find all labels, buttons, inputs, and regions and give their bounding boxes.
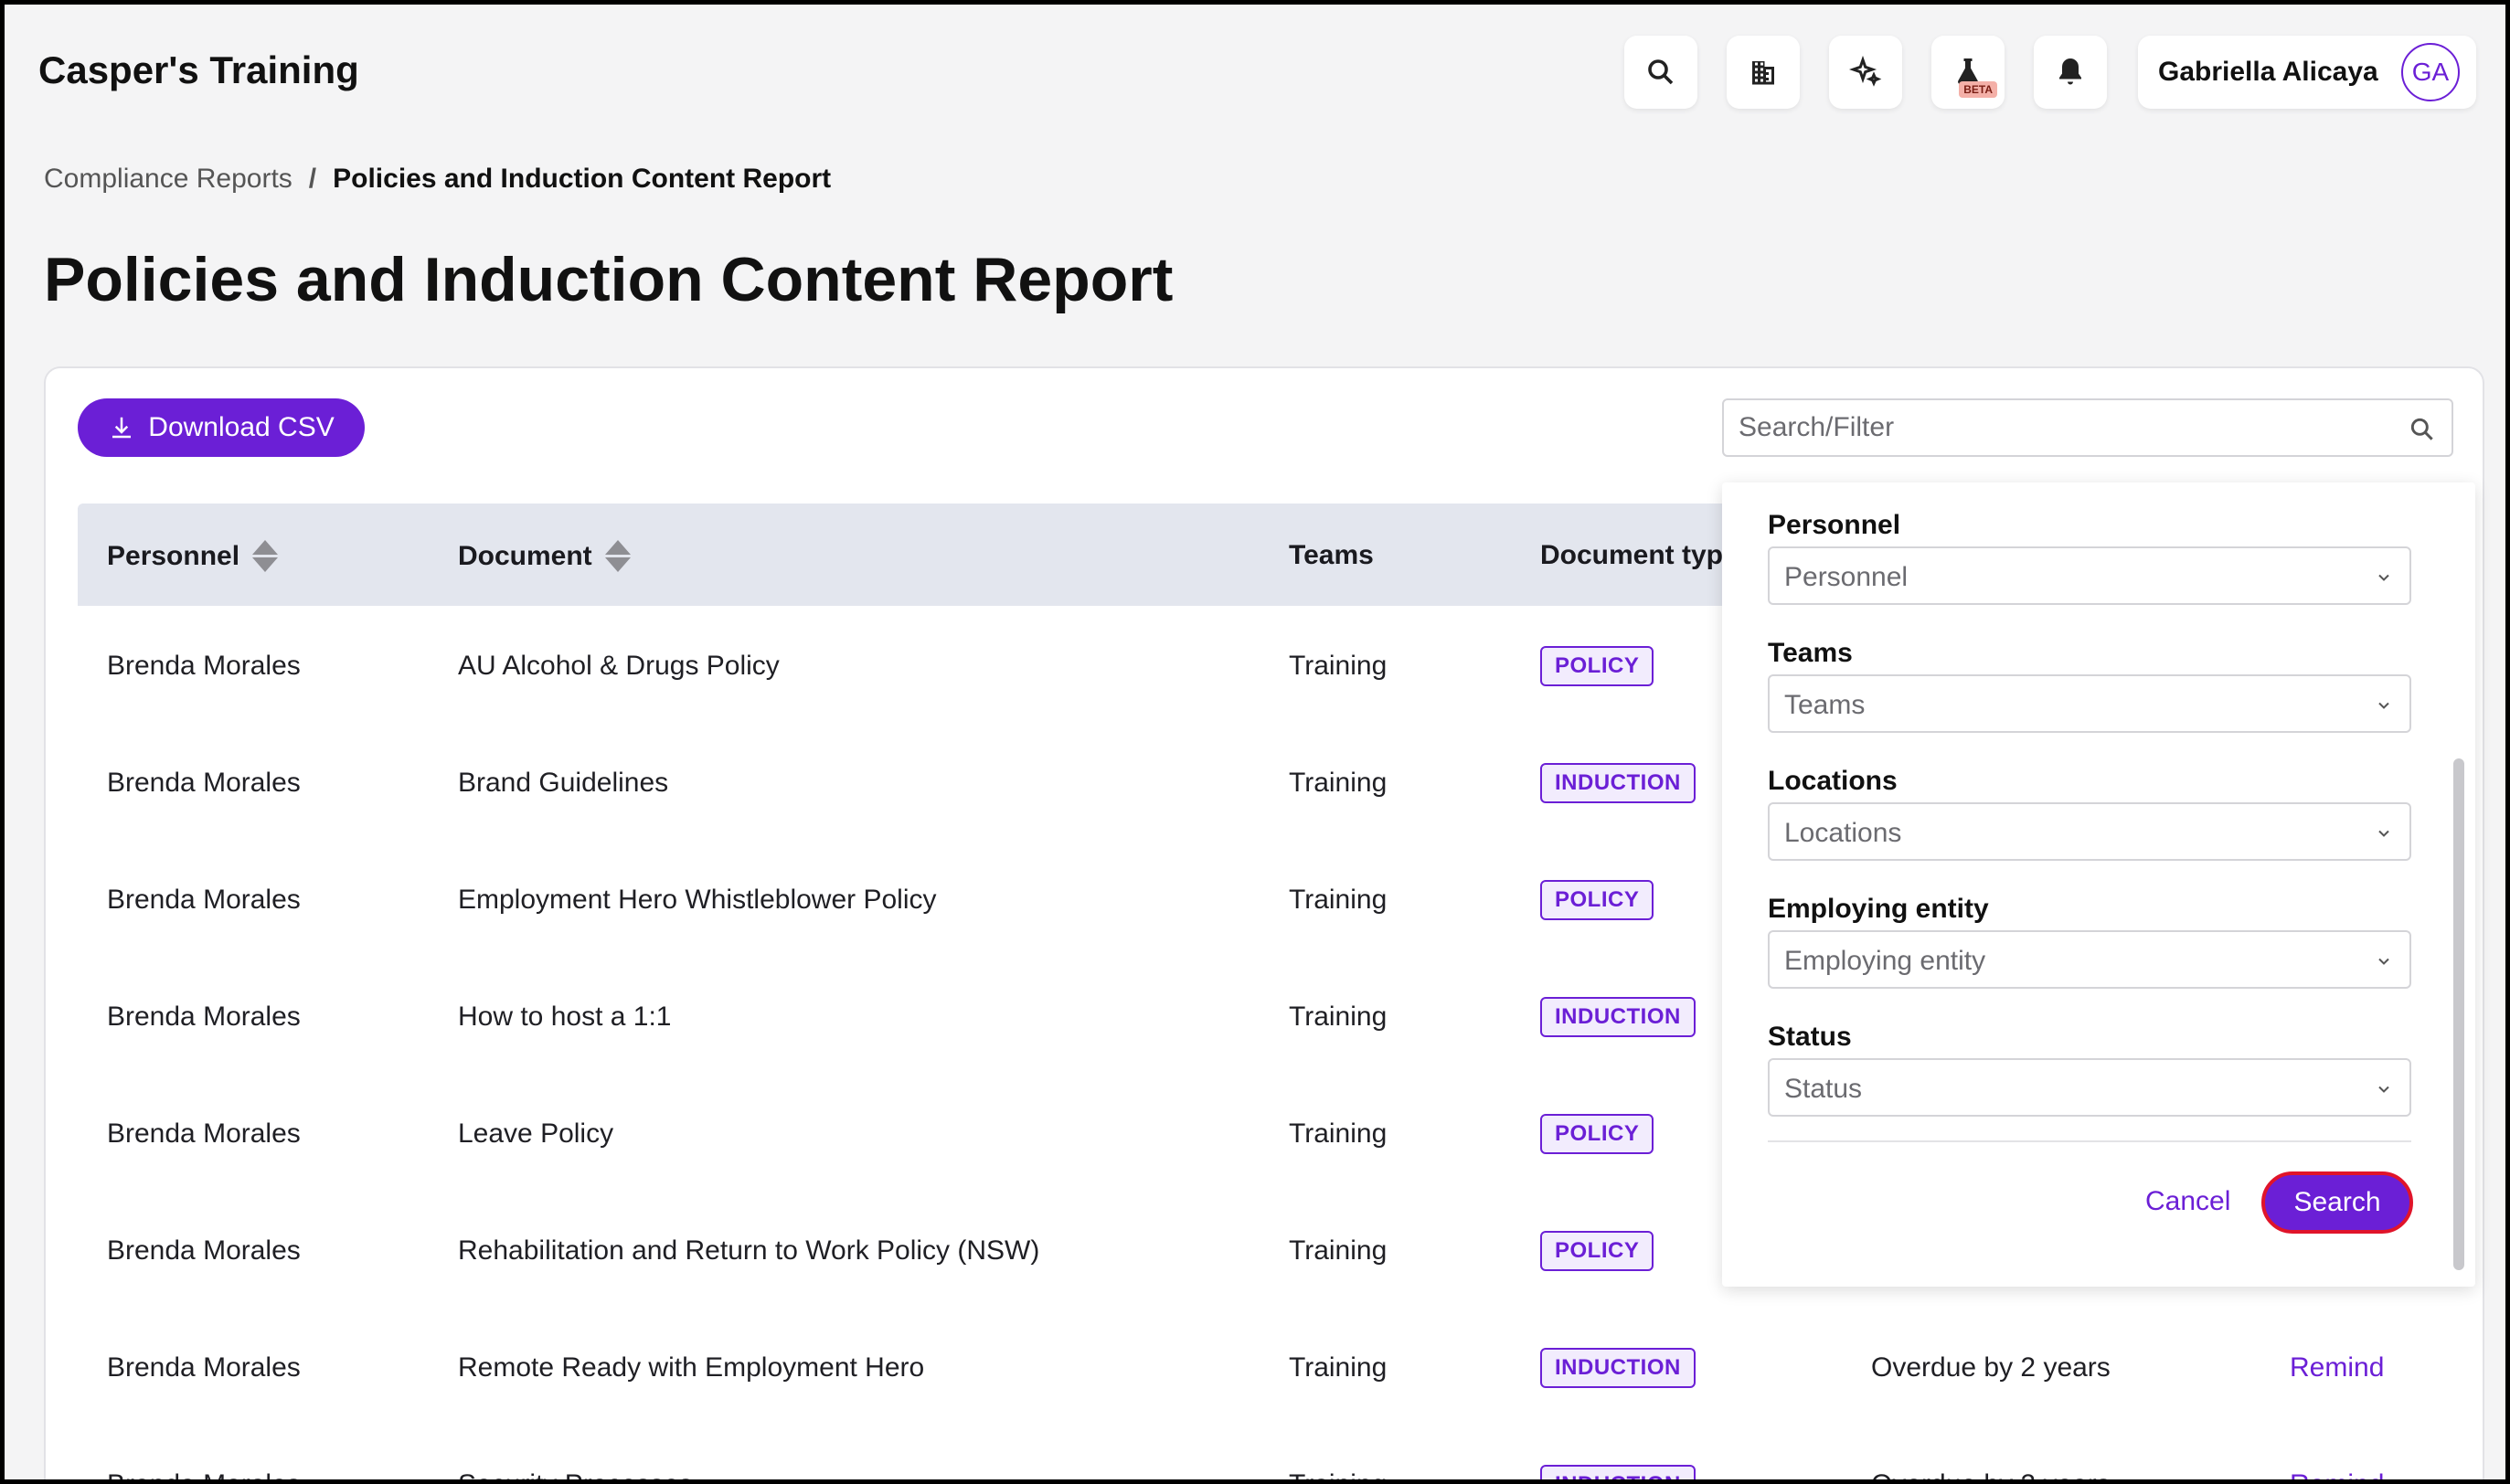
filter-select-locations[interactable]: Locations bbox=[1768, 802, 2411, 861]
filter-label-personnel: Personnel bbox=[1768, 510, 1901, 540]
search-button[interactable] bbox=[1624, 36, 1697, 109]
cell-teams: Training bbox=[1289, 1235, 1388, 1266]
cell-personnel: Brenda Morales bbox=[107, 1469, 301, 1479]
filter-select-personnel[interactable]: Personnel bbox=[1768, 546, 2411, 605]
cell-teams: Training bbox=[1289, 1002, 1388, 1032]
document-type-badge: INDUCTION bbox=[1540, 1465, 1696, 1479]
search-submit-button[interactable]: Search bbox=[2261, 1171, 2413, 1234]
building-icon bbox=[1752, 61, 1774, 85]
filter-panel: Personnel Personnel Teams Teams Locations Loc… bbox=[1722, 482, 2475, 1287]
cell-personnel: Brenda Morales bbox=[107, 1235, 301, 1266]
cell-status: Overdue by 2 years bbox=[1871, 1352, 2111, 1383]
breadcrumb: Compliance Reports / Policies and Induct… bbox=[44, 164, 831, 195]
filter-label-status: Status bbox=[1768, 1022, 1852, 1052]
column-header-document-type: Document typ bbox=[1540, 540, 1723, 571]
document-type-badge: POLICY bbox=[1540, 1114, 1654, 1154]
column-header-label: Teams bbox=[1289, 540, 1374, 570]
document-type-badge: POLICY bbox=[1540, 880, 1654, 920]
cell-personnel: Brenda Morales bbox=[107, 651, 301, 681]
notifications-button[interactable] bbox=[2034, 36, 2107, 109]
user-name: Gabriella Alicaya bbox=[2158, 57, 2378, 87]
chevron-down-icon bbox=[2378, 702, 2389, 709]
column-header-label: Document bbox=[458, 540, 592, 571]
cell-document: How to host a 1:1 bbox=[458, 1002, 672, 1032]
search-filter-box bbox=[1722, 398, 2453, 457]
filter-label-locations: Locations bbox=[1768, 766, 1898, 796]
cell-personnel: Brenda Morales bbox=[107, 1352, 301, 1383]
search-icon bbox=[1648, 59, 1674, 85]
avatar: GA bbox=[2401, 43, 2460, 101]
cell-status: Overdue by 2 years bbox=[1871, 1469, 2111, 1479]
cell-personnel: Brenda Morales bbox=[107, 885, 301, 915]
app-window: Casper's Training BETA Gabriella Alicaya… bbox=[5, 5, 2505, 1479]
download-csv-button[interactable]: Download CSV bbox=[78, 398, 365, 457]
filter-select-teams[interactable]: Teams bbox=[1768, 674, 2411, 733]
download-csv-label: Download CSV bbox=[148, 412, 335, 442]
ai-assistant-button[interactable] bbox=[1829, 36, 1902, 109]
cell-teams: Training bbox=[1289, 651, 1388, 681]
search-filter-input[interactable] bbox=[1724, 400, 2452, 455]
cell-document: Security Processes bbox=[458, 1469, 693, 1479]
cell-teams: Training bbox=[1289, 768, 1388, 798]
search-icon[interactable] bbox=[2408, 415, 2437, 444]
breadcrumb-separator: / bbox=[308, 164, 317, 194]
document-type-badge: INDUCTION bbox=[1540, 1348, 1696, 1388]
document-type-badge: INDUCTION bbox=[1540, 763, 1696, 803]
bell-icon bbox=[2059, 58, 2081, 85]
chevron-down-icon bbox=[2378, 830, 2389, 837]
cell-document: Brand Guidelines bbox=[458, 768, 669, 798]
column-header-personnel[interactable]: Personnel bbox=[107, 540, 279, 572]
column-header-teams: Teams bbox=[1289, 540, 1374, 571]
filter-select-placeholder: Employing entity bbox=[1784, 946, 1986, 976]
breadcrumb-current: Policies and Induction Content Report bbox=[333, 164, 832, 194]
cell-document: Rehabilitation and Return to Work Policy… bbox=[458, 1235, 1040, 1266]
cell-personnel: Brenda Morales bbox=[107, 1002, 301, 1032]
document-type-badge: INDUCTION bbox=[1540, 997, 1696, 1037]
filter-label-employing-entity: Employing entity bbox=[1768, 894, 1989, 924]
cell-personnel: Brenda Morales bbox=[107, 768, 301, 798]
cell-document: AU Alcohol & Drugs Policy bbox=[458, 651, 780, 681]
cell-document: Employment Hero Whistleblower Policy bbox=[458, 885, 937, 915]
brand-title: Casper's Training bbox=[38, 48, 359, 91]
filter-select-placeholder: Teams bbox=[1784, 690, 1866, 720]
chevron-down-icon bbox=[2378, 1086, 2389, 1093]
beta-badge: BETA bbox=[1959, 81, 1997, 98]
cancel-button[interactable]: Cancel bbox=[2145, 1186, 2230, 1217]
document-type-badge: POLICY bbox=[1540, 1231, 1654, 1271]
labs-button[interactable]: BETA bbox=[1931, 36, 2005, 109]
sort-icon[interactable] bbox=[604, 540, 631, 572]
chevron-down-icon bbox=[2378, 574, 2389, 581]
cell-teams: Training bbox=[1289, 1469, 1387, 1479]
page-title: Policies and Induction Content Report bbox=[44, 245, 1174, 314]
sort-icon[interactable] bbox=[252, 540, 279, 572]
column-header-label: Personnel bbox=[107, 540, 240, 571]
cell-document: Leave Policy bbox=[458, 1118, 614, 1149]
table-row: Brenda Morales Security Processes Training… bbox=[78, 1426, 2463, 1479]
organisation-button[interactable] bbox=[1727, 36, 1800, 109]
cell-personnel: Brenda Morales bbox=[107, 1118, 301, 1149]
remind-link[interactable]: Remind bbox=[2290, 1352, 2384, 1383]
remind-link[interactable]: Remind bbox=[2290, 1469, 2384, 1479]
filter-divider bbox=[1768, 1140, 2411, 1142]
filter-select-employing-entity[interactable]: Employing entity bbox=[1768, 930, 2411, 989]
cell-teams: Training bbox=[1289, 885, 1388, 915]
user-menu[interactable]: Gabriella Alicaya GA bbox=[2138, 36, 2476, 109]
chevron-down-icon bbox=[2378, 958, 2389, 965]
filter-select-placeholder: Status bbox=[1784, 1074, 1863, 1104]
cell-document: Remote Ready with Employment Hero bbox=[458, 1352, 925, 1383]
filter-panel-scrollbar[interactable] bbox=[2453, 758, 2464, 1270]
sparkle-icon bbox=[1849, 56, 1882, 87]
breadcrumb-parent-link[interactable]: Compliance Reports bbox=[44, 164, 292, 195]
filter-select-placeholder: Locations bbox=[1784, 818, 1902, 848]
filter-select-placeholder: Personnel bbox=[1784, 562, 1909, 592]
cell-teams: Training bbox=[1289, 1352, 1388, 1383]
column-header-document[interactable]: Document bbox=[458, 540, 631, 572]
table-row: Brenda Morales Remote Ready with Employme… bbox=[78, 1309, 2463, 1426]
cell-teams: Training bbox=[1289, 1118, 1388, 1149]
column-header-label: Document typ bbox=[1540, 540, 1724, 570]
filter-select-status[interactable]: Status bbox=[1768, 1058, 2411, 1117]
document-type-badge: POLICY bbox=[1540, 646, 1654, 686]
filter-label-teams: Teams bbox=[1768, 638, 1853, 668]
download-icon bbox=[112, 417, 132, 439]
